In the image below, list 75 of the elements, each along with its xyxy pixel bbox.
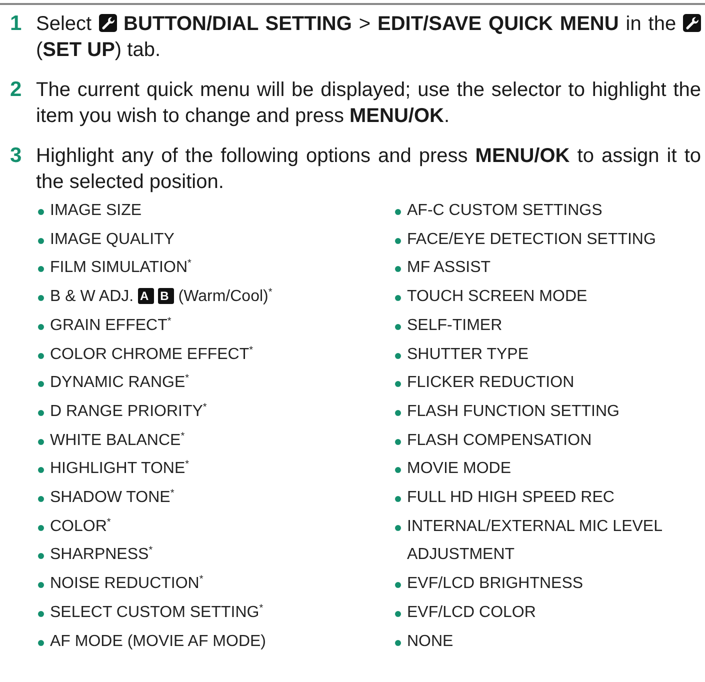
- option-text: NOISE REDUCTION$^{*}$: [50, 575, 204, 592]
- bullet-icon: [38, 524, 44, 531]
- bullet-icon: [395, 238, 401, 244]
- bullet-icon: [395, 410, 401, 416]
- option-text: SHADOW TONE$^{*}$: [50, 489, 174, 506]
- option-text: SHUTTER TYPE: [407, 346, 528, 363]
- option-text: GRAIN EFFECT$^{*}$: [50, 316, 172, 334]
- step-number: 3: [10, 143, 23, 169]
- option-text: FLICKER REDUCTION: [407, 374, 574, 392]
- option-text: WHITE BALANCE$^{*}$: [50, 432, 185, 449]
- option-text: AF-C CUSTOM SETTINGS: [407, 202, 602, 219]
- instruction-text: Highlight any of the following options and press MENU/OK to assign it to the selected position.: [36, 145, 701, 193]
- instruction-text: BUTTON/DIAL SETTING > EDIT/SAVE QUICK MENU in the: [124, 13, 676, 35]
- bullet-icon: [38, 266, 44, 272]
- wrench-icon: [98, 14, 117, 32]
- wrench-icon: [683, 14, 702, 32]
- bullet-icon: [395, 324, 401, 330]
- option-text: IMAGE SIZE: [50, 202, 142, 219]
- option-text: HIGHLIGHT TONE$^{*}$: [50, 460, 190, 478]
- bullet-icon: [395, 209, 401, 215]
- bullet-icon: [38, 553, 44, 560]
- bullet-icon: [38, 582, 44, 588]
- bullet-icon: [395, 266, 401, 272]
- option-text: FLASH COMPENSATION: [407, 432, 592, 449]
- bullet-icon: [395, 438, 401, 445]
- film-tag: A: [138, 288, 154, 304]
- bullet-icon: [395, 467, 401, 474]
- instruction-text: The current quick menu will be displayed; use the selector to highlight the item you wish to change and press MENU/OK.: [36, 79, 701, 127]
- option-text: TOUCH SCREEN MODE: [407, 288, 588, 306]
- bullet-icon: [395, 295, 401, 302]
- option-text: DYNAMIC RANGE$^{*}$: [50, 374, 190, 392]
- bullet-icon: [38, 610, 44, 617]
- step-number: 2: [10, 77, 23, 103]
- option-text: SHARPNESS$^{*}$: [50, 546, 153, 564]
- option-text: FILM SIMULATION$^{*}$: [50, 259, 192, 276]
- bullet-icon: [38, 295, 44, 302]
- option-text: FULL HD HIGH SPEED REC: [407, 489, 614, 506]
- bullet-icon: [38, 381, 44, 388]
- option-text: SELF-TIMER: [407, 316, 502, 334]
- option-text: NONE: [407, 632, 454, 650]
- option-text: MF ASSIST: [407, 259, 491, 276]
- option-text: SELECT CUSTOM SETTING$^{*}$: [50, 604, 264, 621]
- bullet-icon: [395, 582, 401, 588]
- instruction-text: Select: [36, 13, 92, 35]
- option-text: FACE/EYE DETECTION SETTING: [407, 230, 656, 248]
- bullet-icon: [38, 467, 44, 474]
- bullet-icon: [395, 352, 401, 359]
- bullet-icon: [38, 238, 44, 244]
- option-text: INTERNAL/EXTERNAL MIC LEVEL ADJUSTMENT: [407, 518, 662, 564]
- option-text: (Warm/Cool)$^{*}$: [178, 288, 272, 306]
- bullet-icon: [395, 524, 401, 531]
- option-text: COLOR CHROME EFFECT$^{*}$: [50, 346, 254, 363]
- bullet-icon: [38, 438, 44, 445]
- option-text: AF MODE (MOVIE AF MODE): [50, 632, 266, 650]
- option-text: EVF/LCD COLOR: [407, 604, 536, 621]
- option-text: EVF/LCD BRIGHTNESS: [407, 575, 584, 592]
- bullet-icon: [38, 352, 44, 359]
- film-tag: B: [158, 288, 174, 304]
- option-text: B & W ADJ.: [50, 288, 134, 306]
- bullet-icon: [395, 496, 401, 502]
- bullet-icon: [38, 640, 44, 646]
- bullet-icon: [395, 610, 401, 617]
- option-text: IMAGE QUALITY: [50, 230, 174, 248]
- bullet-icon: [38, 410, 44, 416]
- option-text: MOVIE MODE: [407, 460, 512, 478]
- option-text: COLOR$^{*}$: [50, 518, 111, 535]
- bullet-icon: [395, 640, 401, 646]
- option-text: D RANGE PRIORITY$^{*}$: [50, 402, 207, 420]
- step-number: 1: [10, 11, 23, 37]
- bullet-icon: [38, 496, 44, 502]
- bullet-icon: [395, 381, 401, 388]
- option-text: FLASH FUNCTION SETTING: [407, 402, 620, 420]
- bullet-icon: [38, 324, 44, 330]
- instruction-text: (SET UP) tab.: [36, 39, 160, 61]
- bullet-icon: [38, 209, 44, 215]
